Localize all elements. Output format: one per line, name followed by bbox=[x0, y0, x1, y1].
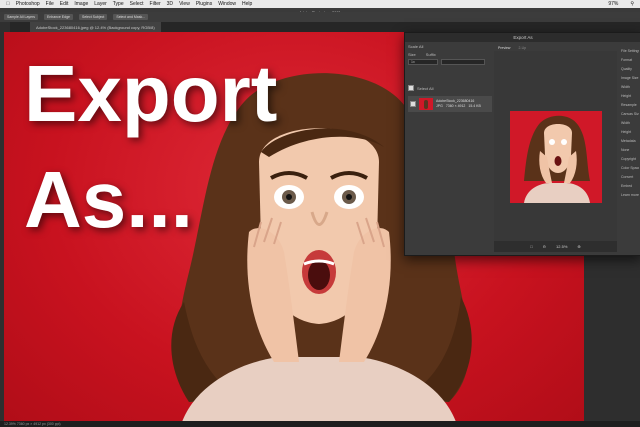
menu-photoshop[interactable]: Photoshop bbox=[16, 1, 40, 7]
width-label: Width bbox=[621, 85, 630, 89]
suffix-label: Suffix bbox=[425, 52, 436, 57]
tab-preview[interactable]: Preview bbox=[498, 46, 510, 50]
preview-toolbar: □ ⊖ 12.5% ⊕ bbox=[494, 241, 617, 252]
canvas-width-label: Width bbox=[621, 121, 630, 125]
menu-help[interactable]: Help bbox=[242, 1, 252, 7]
hand-tool-icon[interactable]: □ bbox=[530, 244, 532, 249]
preview-woman-image bbox=[524, 115, 590, 203]
document-tab-bar: AdobeStock_223680416.jpeg @ 12.4% (Backg… bbox=[0, 22, 640, 32]
size-select[interactable]: 1x bbox=[408, 59, 438, 65]
menubar-status-area: 97% ⚲ bbox=[602, 1, 640, 7]
zoom-out-icon[interactable]: ⊖ bbox=[543, 244, 546, 249]
asset-checkbox[interactable] bbox=[410, 101, 416, 107]
select-all-checkbox[interactable] bbox=[408, 85, 414, 91]
menu-layer[interactable]: Layer bbox=[94, 1, 107, 7]
metadata-none-radio[interactable]: None bbox=[621, 148, 639, 152]
height-label: Height bbox=[621, 94, 632, 98]
size-label: Size bbox=[408, 52, 416, 57]
menu-type[interactable]: Type bbox=[113, 1, 124, 7]
dialog-title: Export As bbox=[405, 33, 640, 42]
color-space-label: Color Space bbox=[621, 166, 639, 170]
learn-more-link[interactable]: Learn more bbox=[621, 193, 639, 197]
zoom-level[interactable]: 12.5% bbox=[556, 244, 567, 249]
convert-checkbox[interactable]: Convert bbox=[621, 175, 639, 179]
tab-2up[interactable]: 2-Up bbox=[518, 46, 526, 50]
menu-plugins[interactable]: Plugins bbox=[196, 1, 212, 7]
file-settings-panel: File Settings Format Quality Image Size … bbox=[619, 44, 640, 252]
sample-all-layers-checkbox[interactable]: Sample All Layers bbox=[4, 14, 39, 20]
menu-select[interactable]: Select bbox=[130, 1, 144, 7]
menu-file[interactable]: File bbox=[46, 1, 54, 7]
document-tab[interactable]: AdobeStock_223680416.jpeg @ 12.4% (Backg… bbox=[30, 22, 161, 32]
asset-dimensions: 7360 × 4912 bbox=[445, 104, 466, 108]
image-size-label: Image Size bbox=[621, 76, 639, 80]
status-bar: 12.39% 7360 px × 4912 px (300 ppi) bbox=[0, 421, 640, 427]
format-label: Format bbox=[621, 58, 633, 62]
metadata-label: Metadata bbox=[621, 139, 636, 143]
asset-row[interactable]: AdobeStock_223680416 JPG 7360 × 4912 15.… bbox=[408, 96, 492, 112]
select-and-mask-button[interactable]: Select and Mask... bbox=[113, 14, 149, 20]
suffix-input[interactable] bbox=[441, 59, 485, 65]
menu-3d[interactable]: 3D bbox=[167, 1, 173, 7]
options-bar: Sample All Layers Enhance Edge Select Su… bbox=[0, 12, 640, 22]
search-icon[interactable]: ⚲ bbox=[630, 1, 634, 7]
preview-image bbox=[510, 111, 602, 203]
battery-label: 97% bbox=[608, 1, 619, 7]
menu-bar:  Photoshop File Edit Image Layer Type S… bbox=[0, 0, 640, 8]
menu-view[interactable]: View bbox=[179, 1, 190, 7]
preview-area[interactable] bbox=[494, 51, 617, 241]
file-settings-label: File Settings bbox=[621, 49, 639, 53]
headline-export: Export bbox=[24, 49, 278, 138]
scale-panel: Scale All Size Suffix 1x Select All Adob… bbox=[408, 44, 492, 252]
status-text: 12.39% 7360 px × 4912 px (300 ppi) bbox=[4, 422, 61, 426]
quality-label: Quality bbox=[621, 67, 632, 71]
apple-icon[interactable]:  bbox=[6, 1, 10, 7]
scale-all-label: Scale All bbox=[408, 44, 424, 49]
menu-edit[interactable]: Edit bbox=[60, 1, 69, 7]
embed-checkbox[interactable]: Embed bbox=[621, 184, 639, 188]
menu-image[interactable]: Image bbox=[74, 1, 88, 7]
asset-format: JPG bbox=[436, 104, 443, 108]
menu-filter[interactable]: Filter bbox=[150, 1, 161, 7]
select-subject-button[interactable]: Select Subject bbox=[78, 14, 108, 20]
select-all-label: Select All bbox=[417, 85, 434, 91]
metadata-copyright-radio[interactable]: Copyright bbox=[621, 157, 639, 161]
enhance-edge-checkbox[interactable]: Enhance Edge bbox=[44, 14, 73, 20]
zoom-in-icon[interactable]: ⊕ bbox=[577, 244, 580, 249]
resample-label: Resample bbox=[621, 103, 637, 107]
menu-window[interactable]: Window bbox=[218, 1, 236, 7]
export-as-dialog: Export As Scale All Size Suffix 1x Selec… bbox=[404, 32, 640, 256]
preview-panel: Preview 2-Up □ ⊖ 12.5% ⊕ bbox=[494, 44, 617, 252]
asset-filesize: 15.4 KB bbox=[468, 104, 481, 108]
canvas-size-label: Canvas Size bbox=[621, 112, 639, 116]
asset-thumbnail bbox=[419, 98, 433, 110]
canvas-height-label: Height bbox=[621, 130, 632, 134]
headline-as: As... bbox=[24, 155, 193, 244]
